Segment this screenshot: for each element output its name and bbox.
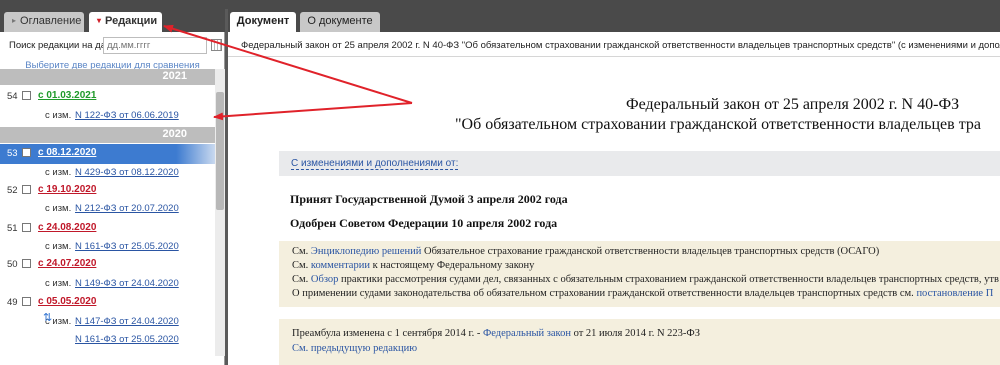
calendar-icon[interactable] — [211, 39, 222, 51]
change-law-link[interactable]: N 161-ФЗ от 25.05.2020 — [75, 334, 179, 345]
year-header: 2020 — [0, 127, 215, 143]
note-line: См. Обзор практики рассмотрения судами д… — [292, 274, 999, 285]
tab-editions[interactable]: ▾ Редакции — [89, 12, 162, 32]
amendments-link[interactable]: С изменениями и дополнениями от: — [291, 158, 459, 170]
references-note: См. Энциклопедию решений Обязательное ст… — [279, 241, 1000, 307]
edition-date-link[interactable]: с 08.12.2020 — [38, 147, 96, 158]
compare-checkbox[interactable] — [22, 259, 31, 268]
edition-row-selected[interactable]: 53 с 08.12.2020 — [0, 144, 215, 164]
tab-label: Оглавление — [20, 15, 82, 27]
edition-row[interactable]: 54 с 01.03.2021 — [0, 87, 215, 107]
editions-list: 2021 54 с 01.03.2021 с изм. N 122-ФЗ от … — [0, 69, 215, 356]
change-prefix: с изм. — [45, 241, 72, 252]
year-header: 2021 — [0, 69, 215, 85]
edition-row[interactable]: 50 с 24.07.2020 — [0, 255, 215, 275]
preamble-note: Преамбула изменена с 1 сентября 2014 г. … — [279, 319, 1000, 365]
compare-checkbox[interactable] — [22, 223, 31, 232]
amendments-box: С изменениями и дополнениями от: — [279, 151, 1000, 176]
edition-date-link[interactable]: с 05.05.2020 — [38, 296, 96, 307]
edition-number: 50 — [7, 259, 18, 270]
document-panel: Документ О документе Федеральный закон о… — [228, 9, 1000, 365]
edition-search-row: Поиск редакции на дату — [0, 36, 225, 56]
law-title-line2: "Об обязательном страховании гражданской… — [455, 116, 981, 133]
compare-checkbox[interactable] — [22, 91, 31, 100]
tab-about-document[interactable]: О документе — [300, 12, 380, 32]
edition-number: 51 — [7, 223, 18, 234]
change-prefix: с изм. — [45, 167, 72, 178]
note-line: См. предыдущую редакцию — [292, 343, 417, 354]
edition-date-link[interactable]: с 24.07.2020 — [38, 258, 96, 269]
change-law-link[interactable]: N 149-ФЗ от 24.04.2020 — [75, 278, 179, 289]
edition-change: с изм. N 122-ФЗ от 06.06.2019 — [0, 107, 215, 125]
editions-scroll-thumb[interactable] — [216, 92, 224, 210]
tab-arrow-icon: ▾ — [97, 16, 102, 25]
edition-change: с изм. N 429-ФЗ от 08.12.2020 — [0, 164, 215, 182]
edition-change: с изм. N 212-ФЗ от 20.07.2020 — [0, 200, 215, 218]
edition-change: N 161-ФЗ от 25.05.2020 — [0, 331, 215, 349]
change-law-link[interactable]: N 429-ФЗ от 08.12.2020 — [75, 167, 179, 178]
top-bar — [0, 0, 1000, 9]
note-text: к настоящему Федеральному закону — [369, 260, 535, 271]
note-line: См. Энциклопедию решений Обязательное ст… — [292, 246, 879, 257]
change-prefix: с изм. — [45, 110, 72, 121]
accepted-line: Принят Государственной Думой 3 апреля 20… — [290, 192, 568, 206]
note-link[interactable]: Обзор — [311, 274, 339, 285]
edition-date-link[interactable]: с 24.08.2020 — [38, 222, 96, 233]
note-text: См. — [292, 246, 311, 257]
change-law-link[interactable]: N 161-ФЗ от 25.05.2020 — [75, 241, 179, 252]
compare-checkbox[interactable] — [22, 297, 31, 306]
edition-change: с изм. N 161-ФЗ от 25.05.2020 — [0, 238, 215, 256]
note-link[interactable]: постановление П — [916, 288, 993, 299]
law-title-line1: Федеральный закон от 25 апреля 2002 г. N… — [626, 96, 960, 113]
tab-document[interactable]: Документ — [230, 12, 296, 32]
note-link[interactable]: Федеральный закон — [483, 328, 571, 339]
edition-number: 54 — [7, 91, 18, 102]
edition-row[interactable]: 49 с 05.05.2020 — [0, 293, 215, 313]
header-divider — [228, 56, 1000, 57]
change-law-link[interactable]: N 212-ФЗ от 20.07.2020 — [75, 203, 179, 214]
tab-contents[interactable]: ▸ Оглавление — [4, 12, 84, 32]
note-text: См. — [292, 274, 311, 285]
document-header: Федеральный закон от 25 апреля 2002 г. N… — [241, 40, 1000, 51]
change-prefix: с изм. — [45, 278, 72, 289]
change-law-link[interactable]: N 122-ФЗ от 06.06.2019 — [75, 110, 179, 121]
note-text: См. — [292, 260, 311, 271]
edition-number: 53 — [7, 148, 18, 159]
edition-date-link[interactable]: с 01.03.2021 — [38, 90, 96, 101]
note-line: О применении судами законодательства об … — [292, 288, 993, 299]
note-link[interactable]: комментарии — [311, 260, 370, 271]
edition-search-label: Поиск редакции на дату — [9, 40, 115, 51]
note-link[interactable]: Энциклопедию решений — [311, 246, 421, 257]
tab-arrow-icon: ▸ — [12, 16, 17, 25]
right-tab-bar: Документ О документе — [228, 9, 1000, 32]
edition-number: 52 — [7, 185, 18, 196]
edition-date-link[interactable]: с 19.10.2020 — [38, 184, 96, 195]
sync-icon[interactable]: ⇅ — [43, 311, 52, 324]
note-line: См. комментарии к настоящему Федеральном… — [292, 260, 534, 271]
note-text: Преамбула изменена с 1 сентября 2014 г. … — [292, 328, 483, 339]
compare-checkbox[interactable] — [22, 148, 31, 157]
note-text: практики рассмотрения судами дел, связан… — [338, 274, 999, 285]
note-text: от 21 июля 2014 г. N 223-ФЗ — [570, 328, 700, 339]
edition-number: 49 — [7, 297, 18, 308]
change-law-link[interactable]: N 147-ФЗ от 24.04.2020 — [75, 316, 179, 327]
edition-row[interactable]: 51 с 24.08.2020 — [0, 219, 215, 239]
change-prefix: с изм. — [45, 203, 72, 214]
edition-row[interactable]: 52 с 19.10.2020 — [0, 181, 215, 201]
edition-change: с изм. N 147-ФЗ от 24.04.2020 — [0, 313, 215, 331]
note-text: О применении судами законодательства об … — [292, 288, 917, 299]
tab-label: Редакции — [105, 15, 158, 27]
edition-change: с изм. N 149-ФЗ от 24.04.2020 — [0, 275, 215, 293]
compare-checkbox[interactable] — [22, 185, 31, 194]
note-text: Обязательное страхование гражданской отв… — [421, 246, 880, 257]
app-window: ▸ Оглавление ▾ Редакции Поиск редакции на … — [0, 0, 1000, 365]
edition-date-input[interactable] — [103, 37, 207, 54]
left-tab-bar: ▸ Оглавление ▾ Редакции — [0, 9, 225, 32]
previous-edition-link[interactable]: См. предыдущую редакцию — [292, 343, 417, 354]
approved-line: Одобрен Советом Федерации 10 апреля 2002… — [290, 216, 558, 230]
note-line: Преамбула изменена с 1 сентября 2014 г. … — [292, 328, 700, 339]
